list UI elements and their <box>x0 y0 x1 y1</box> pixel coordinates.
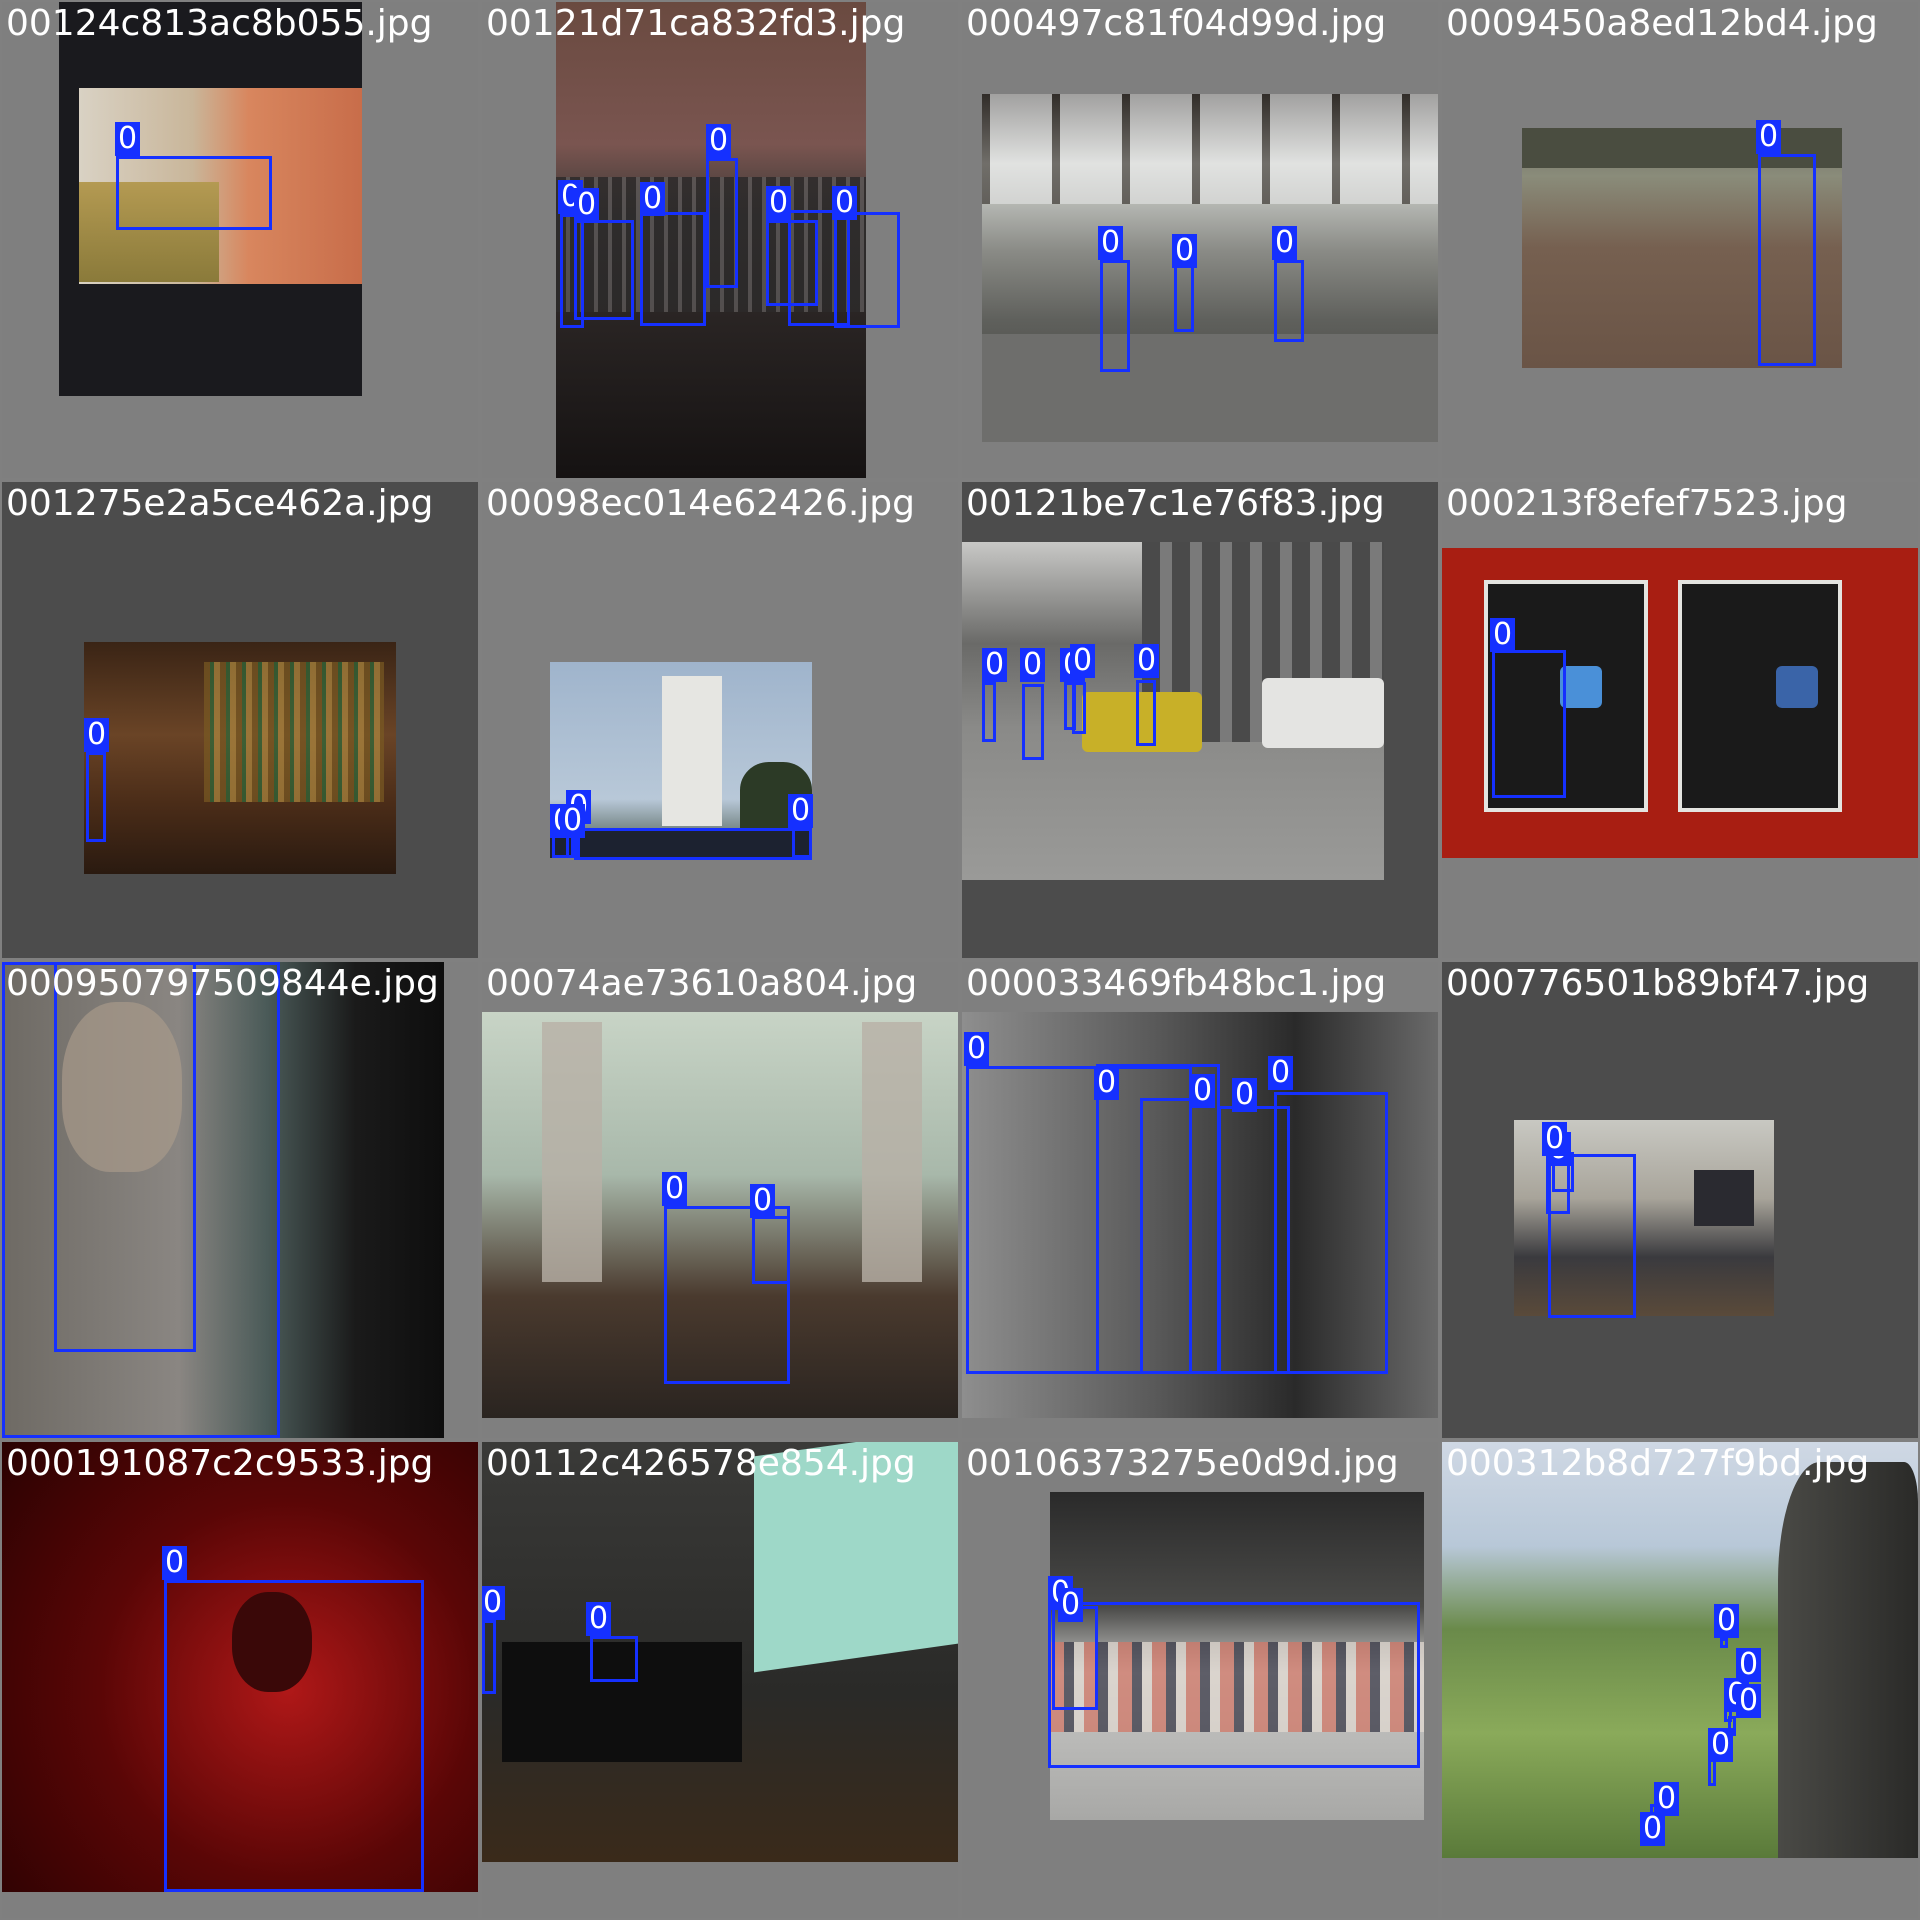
class-label: 0 <box>1134 644 1160 678</box>
class-label: 0 <box>560 804 586 838</box>
tile-16: 0 0 0 0 0 0 0 000312b8d727f9bd.jpg <box>1442 1442 1918 1918</box>
class-label: 0 <box>1490 618 1516 652</box>
class-label: 0 <box>662 1172 688 1206</box>
tile-5: 0 001275e2a5ce462a.jpg <box>2 482 478 958</box>
detection-box <box>164 1580 424 1892</box>
detection-box <box>1274 1092 1388 1374</box>
tile-1: 0 00124c813ac8b055.jpg <box>2 2 478 478</box>
tile-3: 0 0 0 000497c81f04d99d.jpg <box>962 2 1438 478</box>
class-label: 0 <box>1268 1056 1294 1090</box>
photo <box>982 94 1438 442</box>
detection-box <box>2 962 280 1438</box>
class-label: 0 <box>964 1032 990 1066</box>
class-label: 0 <box>1708 1728 1734 1762</box>
filename-label: 0009450a8ed12bd4.jpg <box>1446 3 1878 44</box>
tile-12: 0 0 000776501b89bf47.jpg <box>1442 962 1918 1438</box>
filename-label: 00124c813ac8b055.jpg <box>6 3 433 44</box>
photo <box>84 642 396 874</box>
detection-box <box>706 158 738 288</box>
detection-box <box>1758 154 1816 366</box>
filename-label: 000776501b89bf47.jpg <box>1446 963 1870 1004</box>
tile-13: 0 000191087c2c9533.jpg <box>2 1442 478 1918</box>
detection-box <box>1548 1154 1636 1318</box>
class-label: 0 <box>115 122 141 156</box>
detection-box <box>1140 1098 1192 1374</box>
class-label: 0 <box>1070 644 1096 678</box>
class-label: 0 <box>586 1602 612 1636</box>
detection-box <box>834 212 900 328</box>
class-label: 0 <box>788 794 814 828</box>
tile-9: 0 0 000950797509844e.jpg <box>2 962 478 1438</box>
filename-label: 000033469fb48bc1.jpg <box>966 963 1387 1004</box>
class-label: 0 <box>766 186 792 220</box>
class-label: 0 <box>640 182 666 216</box>
detection-box <box>1720 1638 1728 1648</box>
tile-2: 0 0 0 0 0 0 0 00121d71ca832fd3.jpg <box>482 2 958 478</box>
class-label: 0 <box>1190 1074 1216 1108</box>
class-label: 0 <box>1640 1812 1666 1846</box>
class-label: 0 <box>1020 648 1046 682</box>
filename-label: 000312b8d727f9bd.jpg <box>1446 1443 1870 1484</box>
detection-box <box>574 220 634 320</box>
detection-box <box>752 1216 790 1284</box>
class-label: 0 <box>1094 1066 1120 1100</box>
detection-box <box>1492 650 1566 798</box>
detection-box <box>1136 680 1156 746</box>
class-label: 0 <box>706 124 732 158</box>
class-label: 0 <box>84 718 110 752</box>
class-label: 0 <box>574 188 600 222</box>
detection-box <box>590 1636 638 1682</box>
tile-15: 0 0 00106373275e0d9d.jpg <box>962 1442 1438 1918</box>
detection-box <box>116 156 272 230</box>
filename-label: 000950797509844e.jpg <box>6 963 439 1004</box>
tile-8: 0 000213f8efef7523.jpg <box>1442 482 1918 958</box>
filename-label: 00098ec014e62426.jpg <box>486 483 915 524</box>
tile-10: 0 0 00074ae73610a804.jpg <box>482 962 958 1438</box>
detection-box <box>482 1620 496 1694</box>
detection-box <box>792 828 812 858</box>
mosaic-grid: 0 00124c813ac8b055.jpg 0 0 0 0 0 0 0 001… <box>0 0 1920 1920</box>
tile-7: 0 0 0 0 0 00121be7c1e76f83.jpg <box>962 482 1438 958</box>
photo <box>1442 1442 1918 1858</box>
class-label: 0 <box>162 1546 188 1580</box>
filename-label: 000213f8efef7523.jpg <box>1446 483 1848 524</box>
class-label: 0 <box>1756 120 1782 154</box>
detection-box <box>1022 684 1044 760</box>
detection-box <box>640 212 706 326</box>
class-label: 0 <box>750 1184 776 1218</box>
detection-box <box>1048 1602 1420 1768</box>
detection-box <box>574 828 812 860</box>
filename-label: 00106373275e0d9d.jpg <box>966 1443 1399 1484</box>
class-label: 0 <box>1232 1078 1258 1112</box>
tile-6: 0 0 0 0 00098ec014e62426.jpg <box>482 482 958 958</box>
photo <box>482 1442 958 1862</box>
detection-box <box>86 752 106 842</box>
tile-14: 0 0 00112c426578e854.jpg <box>482 1442 958 1918</box>
filename-label: 000191087c2c9533.jpg <box>6 1443 434 1484</box>
filename-label: 00121be7c1e76f83.jpg <box>966 483 1385 524</box>
filename-label: 00074ae73610a804.jpg <box>486 963 918 1004</box>
detection-box <box>982 682 996 742</box>
detection-box <box>1274 260 1304 342</box>
class-label: 0 <box>982 648 1008 682</box>
class-label: 0 <box>1098 226 1124 260</box>
tile-4: 0 0009450a8ed12bd4.jpg <box>1442 2 1918 478</box>
detection-box <box>1174 264 1194 332</box>
class-label: 0 <box>1172 234 1198 268</box>
filename-label: 00112c426578e854.jpg <box>486 1443 916 1484</box>
class-label: 0 <box>1714 1604 1740 1638</box>
detection-box <box>1100 260 1130 372</box>
detection-box <box>1072 682 1086 734</box>
class-label: 0 <box>1542 1122 1568 1156</box>
class-label: 0 <box>1058 1588 1084 1622</box>
filename-label: 001275e2a5ce462a.jpg <box>6 483 434 524</box>
filename-label: 00121d71ca832fd3.jpg <box>486 3 906 44</box>
tile-11: 0 0 0 0 0 000033469fb48bc1.jpg <box>962 962 1438 1438</box>
class-label: 0 <box>1272 226 1298 260</box>
class-label: 0 <box>482 1586 506 1620</box>
filename-label: 000497c81f04d99d.jpg <box>966 3 1387 44</box>
class-label: 0 <box>1736 1684 1762 1718</box>
